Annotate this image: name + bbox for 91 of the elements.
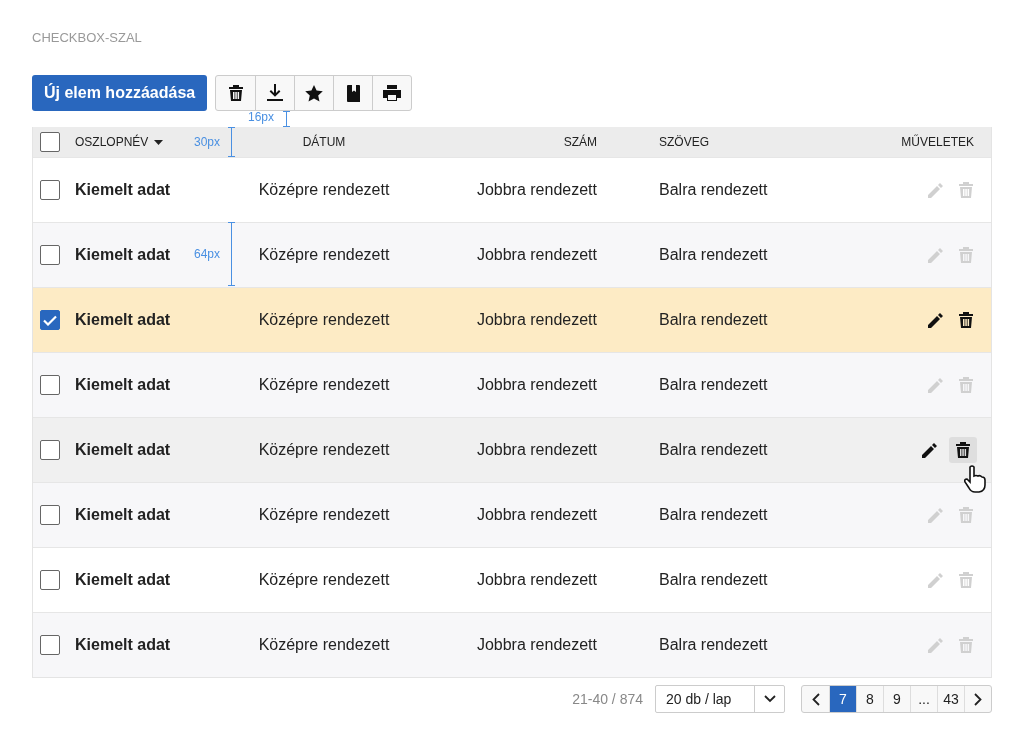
table-cell: Kiemelt adat	[75, 311, 171, 328]
table-cell: Jobbra rendezett	[476, 246, 597, 263]
table-cell: Középre rendezett	[258, 376, 390, 393]
table-cell: Kiemelt adat	[75, 246, 171, 263]
table-cell: Jobbra rendezett	[476, 636, 597, 653]
row-checkbox[interactable]	[40, 505, 60, 525]
column-header[interactable]: SZÁM	[563, 135, 597, 149]
pencil-icon	[928, 572, 944, 588]
table-cell: Balra rendezett	[659, 636, 768, 653]
table-cell: Középre rendezett	[258, 181, 390, 198]
book-icon	[346, 84, 360, 102]
row-checkbox[interactable]	[40, 440, 60, 460]
table-cell: Balra rendezett	[659, 181, 768, 198]
table-cell: Jobbra rendezett	[476, 506, 597, 523]
measurement-bracket	[283, 111, 290, 127]
column-header[interactable]: OSZLOPNÉV	[75, 135, 164, 149]
table-cell: Kiemelt adat	[75, 506, 171, 523]
row-checkbox[interactable]	[40, 310, 60, 330]
star-icon	[305, 84, 324, 102]
row-checkbox[interactable]	[40, 180, 60, 200]
table-row[interactable]: Kiemelt adat Középre rendezett Jobbra rendezett Balra rendezett	[33, 352, 991, 417]
table-cell: Balra rendezett	[659, 246, 768, 263]
trash-icon	[959, 572, 973, 588]
trash-icon	[959, 247, 973, 263]
table-cell: Balra rendezett	[659, 506, 768, 523]
table-cell: Balra rendezett	[659, 571, 768, 588]
pencil-icon	[928, 507, 944, 523]
trash-icon	[959, 182, 973, 198]
row-checkbox[interactable]	[40, 635, 60, 655]
row-checkbox[interactable]	[40, 375, 60, 395]
pencil-icon	[928, 182, 944, 198]
table-cell: Jobbra rendezett	[476, 181, 597, 198]
chevron-left-icon	[811, 692, 820, 706]
measurement-label: 30px	[194, 135, 221, 149]
pencil-icon	[928, 312, 944, 328]
trash-icon	[956, 442, 970, 458]
table-row[interactable]: Kiemelt adat Középre rendezett Jobbra rendezett Balra rendezett	[33, 287, 991, 352]
trash-icon	[959, 637, 973, 653]
row-checkbox[interactable]	[40, 570, 60, 590]
row-checkbox[interactable]	[40, 245, 60, 265]
table-cell: Jobbra rendezett	[476, 441, 597, 458]
column-header[interactable]: MŰVELETEK	[901, 135, 974, 149]
column-header[interactable]: SZÖVEG	[659, 135, 709, 149]
table-cell: Középre rendezett	[258, 441, 390, 458]
table-cell: Kiemelt adat	[75, 571, 171, 588]
chevron-down-icon	[763, 695, 776, 703]
trash-icon	[959, 312, 973, 328]
table-cell: Kiemelt adat	[75, 441, 171, 458]
table-cell: Kiemelt adat	[75, 181, 171, 198]
hand-cursor-icon	[963, 465, 987, 493]
table-cell: Kiemelt adat	[75, 376, 171, 393]
printer-icon	[383, 85, 402, 101]
range-text: 21-40 / 874	[572, 691, 643, 707]
page-button[interactable]: 43	[937, 686, 964, 712]
table-cell: Jobbra rendezett	[476, 376, 597, 393]
measurement-bracket	[228, 127, 235, 157]
trash-icon	[959, 377, 973, 393]
table-cell: Középre rendezett	[258, 246, 390, 263]
trash-icon	[959, 507, 973, 523]
page-button[interactable]: 7	[829, 686, 856, 712]
trash-icon	[228, 85, 243, 101]
table-cell: Kiemelt adat	[75, 636, 171, 653]
column-header[interactable]: DÁTUM	[302, 135, 346, 149]
page-button[interactable]: 8	[856, 686, 883, 712]
measurement-label: 64px	[194, 247, 221, 261]
select-all-checkbox[interactable]	[40, 132, 60, 152]
table-cell: Jobbra rendezett	[476, 311, 597, 328]
add-button[interactable]: Új elem hozzáadása	[32, 75, 208, 111]
pencil-icon	[928, 377, 944, 393]
table-cell: Balra rendezett	[659, 376, 768, 393]
table-cell: Középre rendezett	[258, 506, 390, 523]
chevron-right-icon	[974, 692, 982, 706]
page-size-dropdown[interactable]: 20 db / lap	[655, 685, 785, 713]
table-row[interactable]: Kiemelt adat Középre rendezett Jobbra rendezett Balra rendezett	[33, 482, 991, 547]
page-title: CHECKBOX-SZAL	[32, 30, 143, 47]
page-button[interactable]: 9	[883, 686, 910, 712]
table-cell: Balra rendezett	[659, 441, 768, 458]
pencil-icon	[928, 247, 944, 263]
table-row[interactable]: Kiemelt adat Középre rendezett Jobbra rendezett Balra rendezett	[33, 612, 991, 677]
table-cell: Balra rendezett	[659, 311, 768, 328]
download-icon	[267, 84, 284, 102]
table-cell: Jobbra rendezett	[476, 571, 597, 588]
pencil-icon	[928, 637, 944, 653]
measurement-label: 16px	[248, 110, 275, 124]
measurement-bracket	[228, 222, 235, 286]
table-cell: Középre rendezett	[258, 571, 390, 588]
table-cell: Középre rendezett	[258, 311, 390, 328]
page-button[interactable]: ...	[910, 686, 937, 712]
delete-button[interactable]	[949, 437, 977, 463]
pencil-icon	[922, 442, 938, 458]
table-cell: Középre rendezett	[258, 636, 390, 653]
